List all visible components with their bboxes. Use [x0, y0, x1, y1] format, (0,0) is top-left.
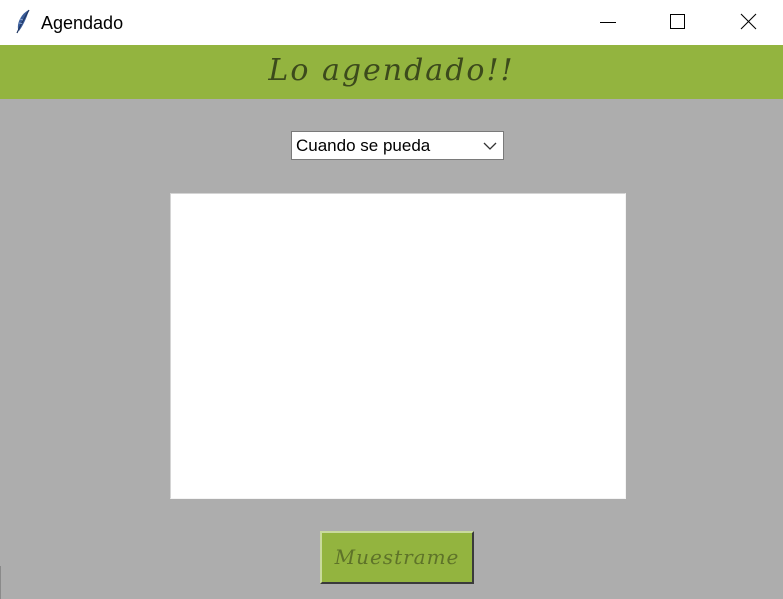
chevron-down-icon — [483, 142, 497, 150]
agenda-text-area[interactable] — [170, 193, 626, 499]
left-edge-divider — [0, 566, 1, 599]
close-icon — [740, 13, 757, 30]
schedule-dropdown[interactable]: Cuando se pueda — [291, 131, 504, 160]
show-button[interactable]: Muestrame — [320, 531, 474, 584]
window-title: Agendado — [41, 13, 124, 33]
maximize-icon — [670, 14, 685, 29]
minimize-icon — [600, 22, 616, 23]
header-title: Lo agendado!! — [268, 53, 515, 88]
title-bar: Agendado — [0, 0, 783, 45]
dropdown-selected-value: Cuando se pueda — [296, 136, 431, 155]
close-button[interactable] — [725, 0, 771, 45]
maximize-button[interactable] — [654, 0, 700, 45]
show-button-label: Muestrame — [334, 545, 460, 569]
header-banner: Lo agendado!! — [0, 45, 783, 99]
feather-icon — [14, 9, 32, 35]
minimize-button[interactable] — [586, 0, 632, 45]
